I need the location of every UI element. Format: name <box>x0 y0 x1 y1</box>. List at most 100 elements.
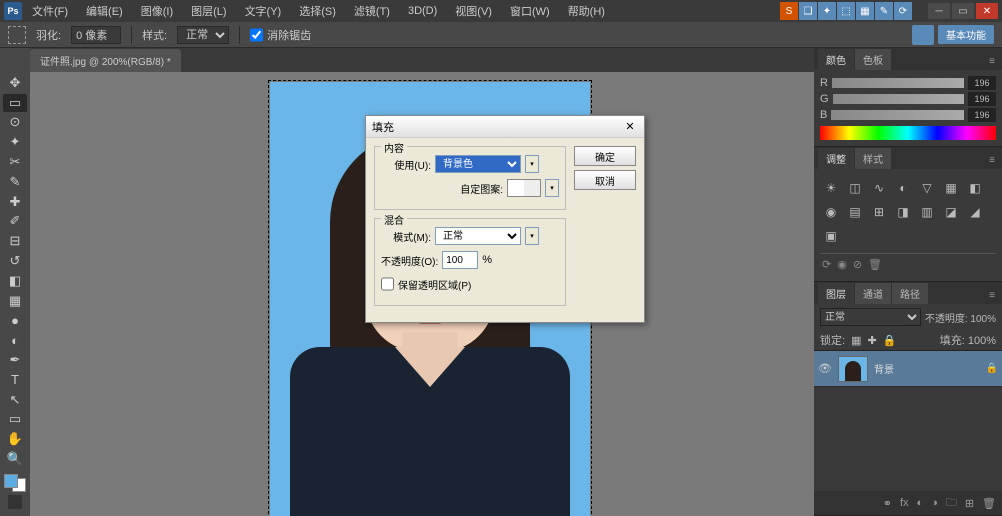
adj-curves-icon[interactable]: ∿ <box>870 179 888 197</box>
lock-position-icon[interactable]: ✚ <box>867 334 876 347</box>
fill-adj-icon[interactable]: ◑ <box>931 497 938 509</box>
move-tool[interactable]: ✥ <box>3 74 27 92</box>
menu-filter[interactable]: 滤镜(T) <box>346 1 398 21</box>
use-dropdown-arrow[interactable]: ▾ <box>525 155 539 173</box>
adj-selective-icon[interactable]: ▣ <box>822 227 840 245</box>
maximize-button[interactable]: ▭ <box>952 3 974 19</box>
menu-edit[interactable]: 编辑(E) <box>78 1 131 21</box>
blur-tool[interactable]: ● <box>3 312 27 330</box>
visibility-icon[interactable]: 👁 <box>818 362 832 375</box>
menu-layer[interactable]: 图层(L) <box>183 1 234 21</box>
dialog-titlebar[interactable]: 填充 ✕ <box>366 116 644 138</box>
menu-file[interactable]: 文件(F) <box>24 1 76 21</box>
history-brush-tool[interactable]: ↺ <box>3 252 27 270</box>
brush-tool[interactable]: ✐ <box>3 213 27 231</box>
blend-mode-select[interactable]: 正常 <box>820 308 921 326</box>
top-icon-3[interactable]: ⬚ <box>837 2 855 20</box>
cloud-icon[interactable] <box>912 25 934 45</box>
tab-paths[interactable]: 路径 <box>892 283 928 304</box>
lock-pixels-icon[interactable]: ▦ <box>851 334 861 347</box>
eraser-tool[interactable]: ◧ <box>3 272 27 290</box>
foreground-color[interactable] <box>4 474 18 488</box>
adj-photo-filter-icon[interactable]: ◉ <box>822 203 840 221</box>
close-button[interactable]: ✕ <box>976 3 998 19</box>
adj-gradient-icon[interactable]: ◢ <box>966 203 984 221</box>
layer-thumbnail[interactable] <box>838 356 868 382</box>
panel-menu-icon[interactable]: ≡ <box>986 152 998 169</box>
menu-view[interactable]: 视图(V) <box>447 1 500 21</box>
style-select[interactable]: 正常 <box>177 26 229 44</box>
stamp-tool[interactable]: ⊟ <box>3 232 27 250</box>
adj-bw-icon[interactable]: ◧ <box>966 179 984 197</box>
link-icon[interactable]: ⚭ <box>883 497 892 510</box>
lock-all-icon[interactable]: 🔒 <box>883 334 897 347</box>
dodge-tool[interactable]: ◐ <box>3 331 27 349</box>
adj-mixer-icon[interactable]: ▤ <box>846 203 864 221</box>
adj-exposure-icon[interactable]: ◐ <box>894 179 912 197</box>
adj-lookup-icon[interactable]: ⊞ <box>870 203 888 221</box>
quickmask-toggle[interactable] <box>5 494 25 510</box>
tab-styles[interactable]: 样式 <box>855 148 891 169</box>
menu-3d[interactable]: 3D(D) <box>400 3 445 19</box>
tab-adjustments[interactable]: 调整 <box>818 148 854 169</box>
hand-tool[interactable]: ✋ <box>3 430 27 448</box>
top-icon-5[interactable]: ✎ <box>875 2 893 20</box>
mode-dropdown-arrow[interactable]: ▾ <box>525 227 539 245</box>
antialias-check[interactable]: 消除锯齿 <box>250 26 311 44</box>
menu-window[interactable]: 窗口(W) <box>502 1 558 21</box>
lasso-tool[interactable]: ⊙ <box>3 114 27 132</box>
tab-channels[interactable]: 通道 <box>855 283 891 304</box>
new-layer-icon[interactable]: ⊞ <box>965 497 974 510</box>
menu-select[interactable]: 选择(S) <box>291 1 344 21</box>
document-tab[interactable]: 证件照.jpg @ 200%(RGB/8) * <box>30 49 181 72</box>
crop-tool[interactable]: ✂ <box>3 153 27 171</box>
gradient-tool[interactable]: ▦ <box>3 292 27 310</box>
layer-row[interactable]: 👁 背景 🔒 <box>814 351 1002 387</box>
adj-brightness-icon[interactable]: ☀ <box>822 179 840 197</box>
minimize-button[interactable]: ─ <box>928 3 950 19</box>
panel-menu-icon[interactable]: ≡ <box>986 53 998 70</box>
mode-select[interactable]: 正常 <box>435 227 521 245</box>
pen-tool[interactable]: ✒ <box>3 351 27 369</box>
marquee-tool[interactable]: ▭ <box>3 94 27 112</box>
cancel-button[interactable]: 取消 <box>574 170 636 190</box>
text-tool[interactable]: T <box>3 371 27 389</box>
adj-btm-icon[interactable]: ◉ <box>837 258 847 271</box>
panel-menu-icon[interactable]: ≡ <box>986 287 998 304</box>
adj-hue-icon[interactable]: ▦ <box>942 179 960 197</box>
tab-swatches[interactable]: 色板 <box>855 49 891 70</box>
adj-invert-icon[interactable]: ◨ <box>894 203 912 221</box>
shape-tool[interactable]: ▭ <box>3 411 27 429</box>
preserve-check[interactable]: 保留透明区域(P) <box>381 275 559 293</box>
trash-icon[interactable]: 🗑 <box>982 497 996 510</box>
path-tool[interactable]: ↖ <box>3 391 27 409</box>
feather-input[interactable] <box>71 26 121 44</box>
color-swatch[interactable] <box>4 474 26 492</box>
tab-color[interactable]: 颜色 <box>818 49 854 70</box>
ext-icon[interactable]: S <box>780 2 798 20</box>
pattern-swatch[interactable] <box>507 179 541 197</box>
top-icon-6[interactable]: ⟳ <box>894 2 912 20</box>
use-select[interactable]: 背景色 <box>435 155 521 173</box>
fx-icon[interactable]: fx <box>900 497 909 509</box>
adj-threshold-icon[interactable]: ◪ <box>942 203 960 221</box>
pattern-dropdown-arrow[interactable]: ▾ <box>545 179 559 197</box>
menu-help[interactable]: 帮助(H) <box>560 1 613 21</box>
mask-icon[interactable]: ◐ <box>917 497 924 509</box>
tab-layers[interactable]: 图层 <box>818 283 854 304</box>
opacity-input[interactable] <box>442 251 478 269</box>
eyedropper-tool[interactable]: ✎ <box>3 173 27 191</box>
adj-vibrance-icon[interactable]: ▽ <box>918 179 936 197</box>
adj-posterize-icon[interactable]: ▥ <box>918 203 936 221</box>
heal-tool[interactable]: ✚ <box>3 193 27 211</box>
top-icon-1[interactable]: ❑ <box>799 2 817 20</box>
menu-type[interactable]: 文字(Y) <box>237 1 290 21</box>
fill-label[interactable]: 填充: 100% <box>940 332 996 348</box>
adj-btm-icon[interactable]: ⊘ <box>853 258 862 271</box>
top-icon-2[interactable]: ✦ <box>818 2 836 20</box>
adj-btm-icon[interactable]: ⟳ <box>822 258 831 271</box>
layer-name[interactable]: 背景 <box>874 361 894 376</box>
adj-btm-icon[interactable]: 🗑 <box>868 258 882 271</box>
group-icon[interactable]: 🗀 <box>946 494 957 513</box>
top-icon-4[interactable]: ▦ <box>856 2 874 20</box>
